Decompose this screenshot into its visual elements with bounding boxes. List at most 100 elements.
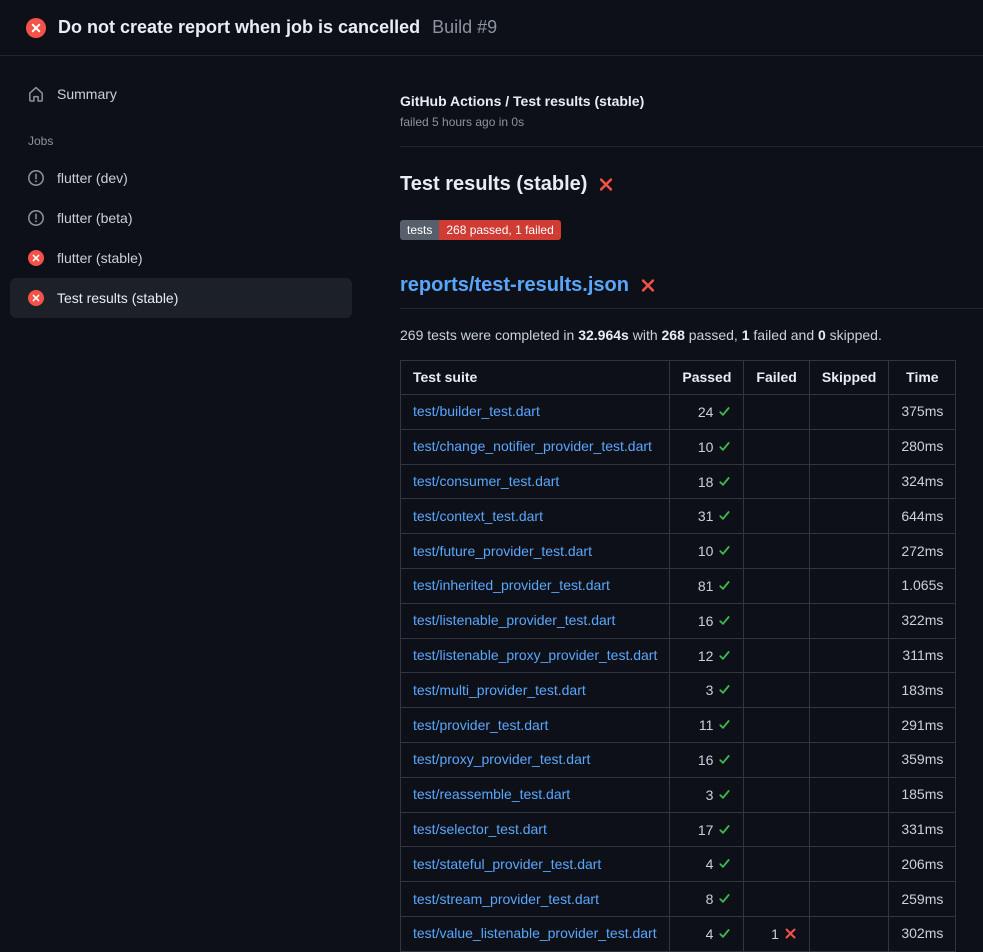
app: Do not create report when job is cancell…	[0, 0, 983, 952]
main-content: GitHub Actions / Test results (stable) f…	[390, 56, 983, 952]
table-row: test/listenable_provider_test.dart16322m…	[401, 603, 956, 638]
sidebar-item-label: Test results (stable)	[57, 290, 178, 306]
check-title: Test results (stable)	[400, 173, 983, 196]
time-cell: 1.065s	[889, 568, 956, 603]
test-suite-link[interactable]: test/consumer_test.dart	[413, 473, 559, 489]
check-icon	[718, 544, 731, 557]
table-row: test/builder_test.dart24375ms	[401, 395, 956, 430]
test-suite-link[interactable]: test/provider_test.dart	[413, 717, 548, 733]
test-suite-link[interactable]: test/builder_test.dart	[413, 403, 540, 419]
tests-badge: tests 268 passed, 1 failed	[400, 220, 561, 240]
x-circle-icon	[28, 250, 44, 266]
results-table: Test suite Passed Failed Skipped Time te…	[400, 360, 956, 952]
time-cell: 331ms	[889, 812, 956, 847]
check-icon	[718, 718, 731, 731]
alert-circle-icon	[28, 170, 44, 186]
sidebar-item-flutter-beta[interactable]: flutter (beta)	[10, 198, 352, 238]
table-row: test/stream_provider_test.dart8259ms	[401, 882, 956, 917]
test-suite-link[interactable]: test/stateful_provider_test.dart	[413, 856, 601, 872]
time-cell: 324ms	[889, 464, 956, 499]
time-cell: 322ms	[889, 603, 956, 638]
check-icon	[718, 823, 731, 836]
sidebar-item-label: flutter (beta)	[57, 210, 132, 226]
time-cell: 375ms	[889, 395, 956, 430]
table-row: test/inherited_provider_test.dart811.065…	[401, 568, 956, 603]
x-icon	[784, 927, 797, 940]
test-suite-link[interactable]: test/change_notifier_provider_test.dart	[413, 438, 652, 454]
breadcrumb: GitHub Actions / Test results (stable)	[400, 93, 983, 109]
time-cell: 280ms	[889, 429, 956, 464]
x-circle-icon	[28, 290, 44, 306]
check-icon	[718, 475, 731, 488]
check-icon	[718, 927, 731, 940]
table-row: test/proxy_provider_test.dart16359ms	[401, 742, 956, 777]
time-cell: 272ms	[889, 534, 956, 569]
build-number: Build #9	[432, 17, 497, 38]
report-heading: reports/test-results.json	[400, 274, 983, 309]
table-row: test/stateful_provider_test.dart4206ms	[401, 847, 956, 882]
test-suite-link[interactable]: test/inherited_provider_test.dart	[413, 577, 610, 593]
sidebar-item-flutter-dev[interactable]: flutter (dev)	[10, 158, 352, 198]
test-suite-link[interactable]: test/listenable_provider_test.dart	[413, 612, 615, 628]
check-run-header: Do not create report when job is cancell…	[0, 0, 983, 56]
test-suite-link[interactable]: test/future_provider_test.dart	[413, 543, 592, 559]
check-icon	[718, 509, 731, 522]
time-cell: 206ms	[889, 847, 956, 882]
check-icon	[718, 614, 731, 627]
check-icon	[718, 788, 731, 801]
time-cell: 311ms	[889, 638, 956, 673]
time-cell: 359ms	[889, 742, 956, 777]
sidebar-item-flutter-stable[interactable]: flutter (stable)	[10, 238, 352, 278]
check-icon	[718, 579, 731, 592]
check-icon	[718, 892, 731, 905]
check-icon	[718, 857, 731, 870]
jobs-sidebar: Summary Jobs flutter (dev) flutter (beta)…	[0, 56, 390, 318]
table-row: test/consumer_test.dart18324ms	[401, 464, 956, 499]
column-header-skipped: Skipped	[809, 361, 888, 395]
test-suite-link[interactable]: test/stream_provider_test.dart	[413, 891, 599, 907]
time-cell: 291ms	[889, 708, 956, 743]
table-row: test/multi_provider_test.dart3183ms	[401, 673, 956, 708]
home-icon	[28, 86, 44, 102]
table-row: test/selector_test.dart17331ms	[401, 812, 956, 847]
test-suite-link[interactable]: test/proxy_provider_test.dart	[413, 751, 590, 767]
test-suite-link[interactable]: test/value_listenable_provider_test.dart	[413, 925, 657, 941]
check-icon	[718, 649, 731, 662]
table-row: test/provider_test.dart11291ms	[401, 708, 956, 743]
test-suite-link[interactable]: test/selector_test.dart	[413, 821, 547, 837]
report-file-link[interactable]: reports/test-results.json	[400, 274, 629, 297]
badge-label: tests	[400, 220, 439, 240]
test-suite-link[interactable]: test/listenable_proxy_provider_test.dart	[413, 647, 657, 663]
jobs-list: flutter (dev) flutter (beta) flutter (stab…	[10, 158, 352, 318]
table-header-row: Test suite Passed Failed Skipped Time	[401, 361, 956, 395]
table-row: test/reassemble_test.dart3185ms	[401, 777, 956, 812]
badge-value: 268 passed, 1 failed	[439, 220, 560, 240]
results-table-body: test/builder_test.dart24375mstest/change…	[401, 395, 956, 952]
check-title-text: Test results (stable)	[400, 173, 587, 196]
time-cell: 259ms	[889, 882, 956, 917]
time-cell: 302ms	[889, 916, 956, 951]
check-icon	[718, 405, 731, 418]
time-cell: 644ms	[889, 499, 956, 534]
table-row: test/change_notifier_provider_test.dart1…	[401, 429, 956, 464]
test-suite-link[interactable]: test/reassemble_test.dart	[413, 786, 570, 802]
column-header-failed: Failed	[744, 361, 809, 395]
sidebar-item-label: Summary	[57, 86, 117, 102]
failed-x-icon	[640, 278, 656, 294]
table-row: test/future_provider_test.dart10272ms	[401, 534, 956, 569]
x-circle-fill-icon	[26, 18, 46, 38]
test-suite-link[interactable]: test/multi_provider_test.dart	[413, 682, 586, 698]
jobs-section-label: Jobs	[28, 134, 352, 148]
table-row: test/listenable_proxy_provider_test.dart…	[401, 638, 956, 673]
page-title: Do not create report when job is cancell…	[58, 17, 420, 38]
sidebar-item-summary[interactable]: Summary	[10, 80, 352, 108]
table-row: test/value_listenable_provider_test.dart…	[401, 916, 956, 951]
divider	[400, 146, 983, 147]
table-row: test/context_test.dart31644ms	[401, 499, 956, 534]
column-header-passed: Passed	[670, 361, 744, 395]
test-suite-link[interactable]: test/context_test.dart	[413, 508, 543, 524]
check-icon	[718, 683, 731, 696]
sidebar-item-test-results-stable[interactable]: Test results (stable)	[10, 278, 352, 318]
column-header-test-suite: Test suite	[401, 361, 670, 395]
alert-circle-icon	[28, 210, 44, 226]
